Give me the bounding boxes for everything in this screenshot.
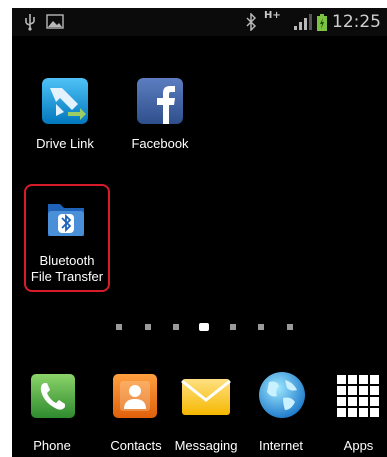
dock-label: Contacts: [110, 438, 162, 453]
app-bluetooth-file-transfer[interactable]: Bluetooth File Transfer: [22, 198, 112, 288]
phone-screen: H+ 12:25 Drive Link Facebook Bluetooth F…: [12, 8, 387, 457]
dock-phone[interactable]: Phone: [12, 368, 87, 457]
page-dot[interactable]: [145, 324, 151, 330]
dock-label: Phone: [33, 438, 71, 453]
phone-icon: [31, 374, 75, 418]
facebook-icon: [137, 78, 183, 124]
page-dot[interactable]: [173, 324, 179, 330]
dock-messaging[interactable]: Messaging: [175, 368, 257, 457]
messaging-icon: [181, 379, 231, 415]
network-type: H+: [264, 10, 281, 21]
globe-icon: [259, 372, 305, 418]
page-indicator: [112, 321, 312, 333]
drive-link-icon: [42, 78, 88, 124]
page-dot[interactable]: [116, 324, 122, 330]
signal-icon: [294, 14, 312, 30]
bluetooth-icon: [246, 13, 257, 31]
app-drive-link[interactable]: Drive Link: [20, 78, 110, 158]
status-bar: H+ 12:25: [12, 8, 387, 36]
page-dot[interactable]: [258, 324, 264, 330]
dock-label: Apps: [343, 438, 374, 453]
dock-contacts[interactable]: Contacts: [92, 368, 177, 457]
app-label-line2: File Transfer: [30, 269, 104, 284]
clock: 12:25: [332, 12, 381, 32]
dock-label: Internet: [258, 438, 304, 453]
app-label: Facebook: [131, 136, 189, 151]
page-dot[interactable]: [230, 324, 236, 330]
app-facebook[interactable]: Facebook: [115, 78, 205, 158]
dock-internet[interactable]: Internet: [255, 368, 315, 457]
dock: Phone Contacts Messaging Internet Apps: [12, 368, 387, 457]
dock-apps[interactable]: Apps: [330, 368, 387, 457]
app-label-line1: Bluetooth: [39, 253, 95, 268]
apps-grid-icon: [337, 375, 379, 417]
gallery-icon: [46, 14, 64, 29]
bluetooth-folder-icon: [48, 204, 84, 236]
page-dot-current[interactable]: [199, 323, 209, 331]
page-dot[interactable]: [287, 324, 293, 330]
contacts-icon: [113, 374, 157, 418]
app-label: Drive Link: [36, 136, 94, 151]
dock-label: Messaging: [174, 438, 238, 453]
battery-icon: [317, 14, 327, 31]
usb-icon: [25, 14, 35, 31]
